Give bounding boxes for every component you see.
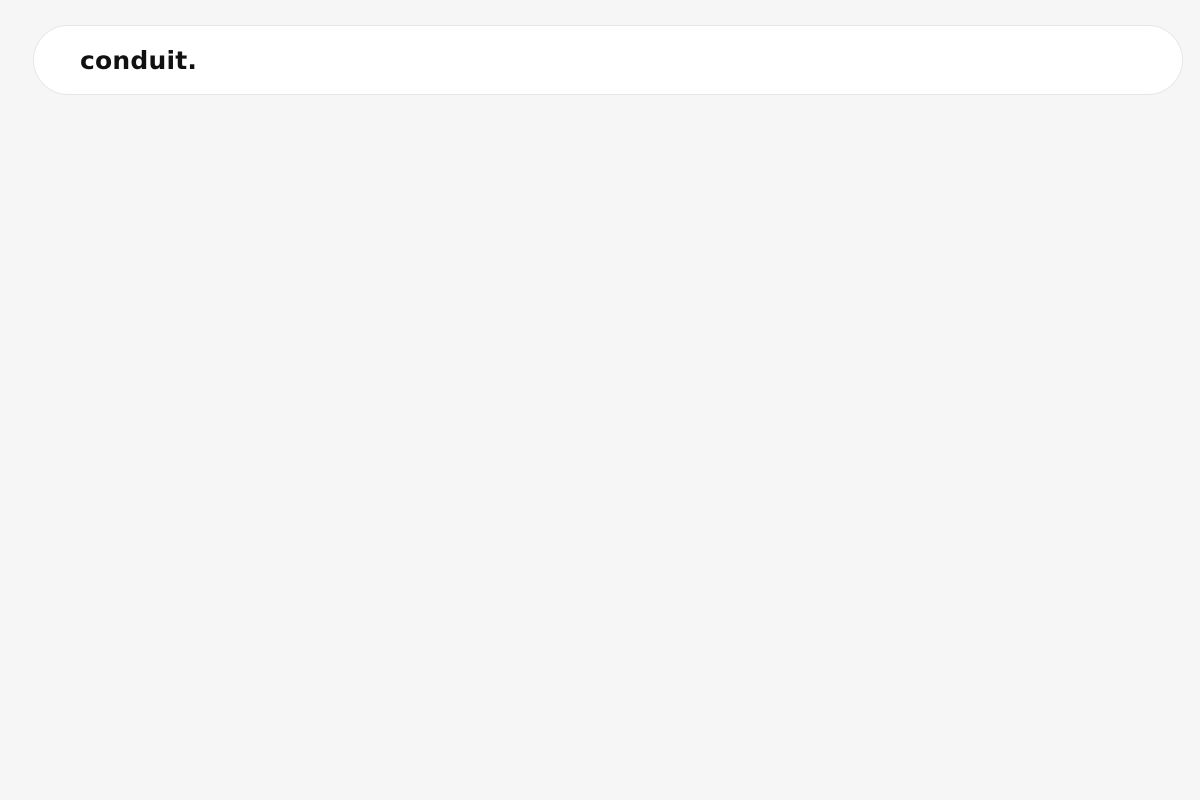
page: conduit. [0,0,1200,800]
main-content-area [0,110,1200,800]
brand-logo-link[interactable]: conduit. [80,48,197,73]
top-navbar: conduit. [33,25,1183,95]
